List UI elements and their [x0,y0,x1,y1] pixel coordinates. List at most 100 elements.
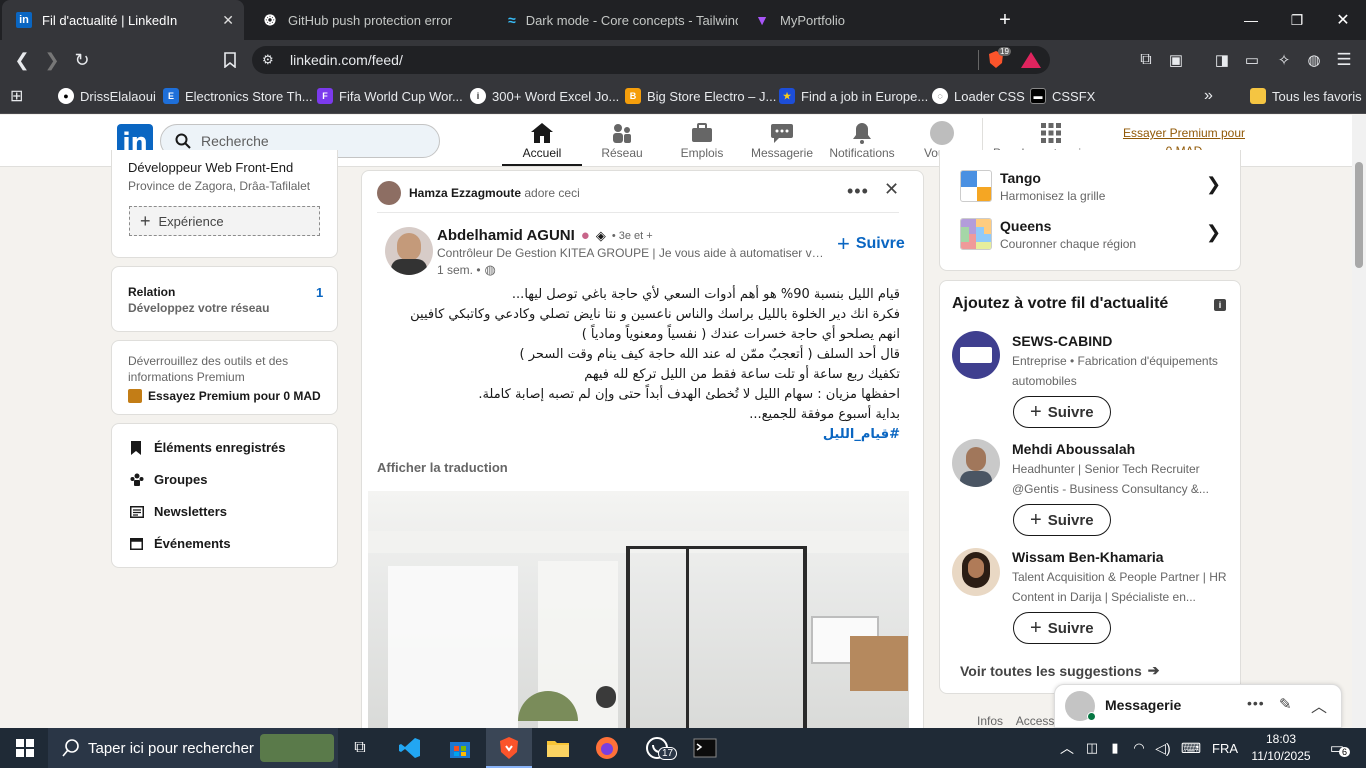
more-options-icon[interactable]: ••• [1247,695,1265,711]
nav-home[interactable]: Accueil [502,120,582,166]
close-window-button[interactable]: ✕ [1320,0,1366,40]
company-logo[interactable] [952,331,1000,379]
bookmark-item[interactable]: B Big Store Electro – J... [625,86,776,106]
volume-icon[interactable]: ◁) [1148,733,1178,763]
groups-link[interactable]: Groupes [130,472,207,487]
vscode-icon[interactable] [395,733,425,763]
info-icon[interactable]: i [1214,299,1226,311]
vpn-icon[interactable]: ◍ [1302,48,1326,72]
events-link[interactable]: Événements [130,536,231,551]
task-view-icon[interactable]: ⧉ [345,733,375,763]
brave-icon[interactable] [494,733,524,763]
forward-button[interactable]: ❯ [40,48,64,72]
chevron-right-icon[interactable]: ❯ [1206,174,1221,195]
footer-links[interactable]: Infos Access [977,714,1054,728]
liker-name[interactable]: Hamza Ezzagmoute [409,186,521,200]
keyboard-icon[interactable]: ⌨ [1176,733,1206,763]
whatsapp-badge: 17 [658,747,678,760]
menu-icon[interactable]: ☰ [1332,48,1356,72]
person-avatar[interactable] [952,439,1000,487]
file-explorer-icon[interactable] [543,733,573,763]
chevron-right-icon[interactable]: ❯ [1206,222,1221,243]
nav-messaging[interactable]: Messagerie [742,120,822,166]
more-bookmarks-icon[interactable]: » [1204,86,1213,106]
close-icon[interactable]: ✕ [884,179,899,200]
tab-linkedin[interactable]: in Fil d'actualité | LinkedIn ✕ [2,0,244,40]
reader-mode-icon[interactable]: ▣ [1164,48,1188,72]
suggestion-name[interactable]: Wissam Ben-Khamaria [1012,549,1227,565]
post-image[interactable] [368,491,909,731]
windows-start-icon[interactable] [10,733,40,763]
profile-card: Développeur Web Front-End Province de Za… [111,150,338,258]
follow-author-button[interactable]: + Suivre [837,231,905,257]
minimize-button[interactable]: — [1228,0,1274,40]
url-input[interactable]: ⚙ linkedin.com/feed/ [252,46,1050,74]
follow-button[interactable]: + Suivre [1013,504,1111,536]
author-name[interactable]: Abdelhamid AGUNI [437,227,575,244]
brave-shield-icon[interactable]: 19 [986,47,1011,70]
notifications-icon[interactable]: ▭ 6 [1322,733,1352,763]
omnibox-divider [978,50,979,70]
wallet-icon[interactable]: ▭ [1240,48,1264,72]
hashtag-link[interactable]: #قيام_الليل [377,425,900,445]
bookmark-icon[interactable] [218,48,242,72]
nav-network[interactable]: Réseau [582,120,662,166]
more-options-icon[interactable]: ••• [847,181,869,202]
new-tab-button[interactable]: + [982,0,1028,40]
game-tango[interactable]: Tango Harmonisez la grille [1000,170,1105,203]
whatsapp-icon[interactable]: 17 [642,733,678,763]
suggestion-name[interactable]: Mehdi Aboussalah [1012,441,1227,457]
tab-tailwind[interactable]: ≈ Dark mode - Core concepts - Tailwind [494,0,738,40]
all-bookmarks-folder[interactable]: Tous les favoris [1250,86,1362,106]
liker-avatar[interactable] [377,181,401,205]
maximize-button[interactable]: ❐ [1274,0,1320,40]
bookmark-item[interactable]: E Electronics Store Th... [163,86,313,106]
tab-portfolio[interactable]: ▼ MyPortfolio [740,0,984,40]
add-experience-button[interactable]: + Expérience [129,206,320,236]
messaging-widget[interactable]: Messagerie ••• ✎ ︿ [1054,684,1342,728]
shortcuts-card: Éléments enregistrés Groupes Newsletters… [111,423,338,568]
sidebar-icon[interactable]: ◨ [1210,48,1234,72]
compose-icon[interactable]: ✎ [1279,695,1292,713]
saved-items-link[interactable]: Éléments enregistrés [130,440,286,455]
bookmark-item[interactable]: ● DrissElalaoui [58,86,156,106]
translate-button[interactable]: Afficher la traduction [377,460,508,475]
reload-button[interactable]: ↻ [70,48,94,72]
back-button[interactable]: ❮ [10,48,34,72]
firefox-icon[interactable] [592,733,622,763]
suggestion-name[interactable]: SEWS-CABIND [1012,333,1227,349]
taskbar-search[interactable]: Taper ici pour rechercher [48,728,338,768]
nav-jobs[interactable]: Emplois [662,120,742,166]
bookmark-item[interactable]: ★ Find a job in Europe... [779,86,928,106]
relation-card[interactable]: Relation Développez votre réseau 1 [111,266,338,332]
nav-notifications[interactable]: Notifications [822,120,902,166]
see-all-suggestions-link[interactable]: Voir toutes les suggestions ➔ [960,662,1160,679]
leo-ai-icon[interactable]: ✧ [1272,48,1296,72]
grid-icon [1041,123,1061,143]
apps-icon[interactable]: ⊞ [10,86,23,106]
follow-button[interactable]: + Suivre [1013,396,1111,428]
terminal-icon[interactable] [690,733,720,763]
store-icon[interactable] [445,733,475,763]
bookmark-item[interactable]: ◌ Loader CSS [932,86,1025,106]
clock[interactable]: 18:03 11/10/2025 [1246,731,1316,765]
follow-button[interactable]: + Suivre [1013,612,1111,644]
language-indicator[interactable]: FRA [1212,741,1238,756]
person-avatar[interactable] [952,548,1000,596]
premium-cta[interactable]: Essayez Premium pour 0 MAD [128,389,321,403]
extensions-icon[interactable]: ⧉ [1134,48,1158,72]
author-avatar[interactable] [385,227,433,275]
bookmark-item[interactable]: ▬ CSSFX [1030,86,1095,106]
newsletters-link[interactable]: Newsletters [130,504,227,519]
chevron-up-icon[interactable]: ︿ [1311,693,1327,717]
game-queens[interactable]: Queens Couronner chaque région [1000,218,1136,251]
premium-card[interactable]: Déverrouillez des outils et des informat… [111,340,338,415]
tab-github[interactable]: ❂ GitHub push protection error [248,0,492,40]
site-info-icon[interactable]: ⚙ [262,52,274,68]
brave-rewards-icon[interactable] [1020,50,1042,73]
bookmark-item[interactable]: i 300+ Word Excel Jo... [470,86,619,106]
scrollbar-thumb[interactable] [1355,162,1363,268]
eu-icon: ★ [779,88,795,104]
close-tab-icon[interactable]: ✕ [222,12,234,29]
bookmark-item[interactable]: F Fifa World Cup Wor... [317,86,463,106]
